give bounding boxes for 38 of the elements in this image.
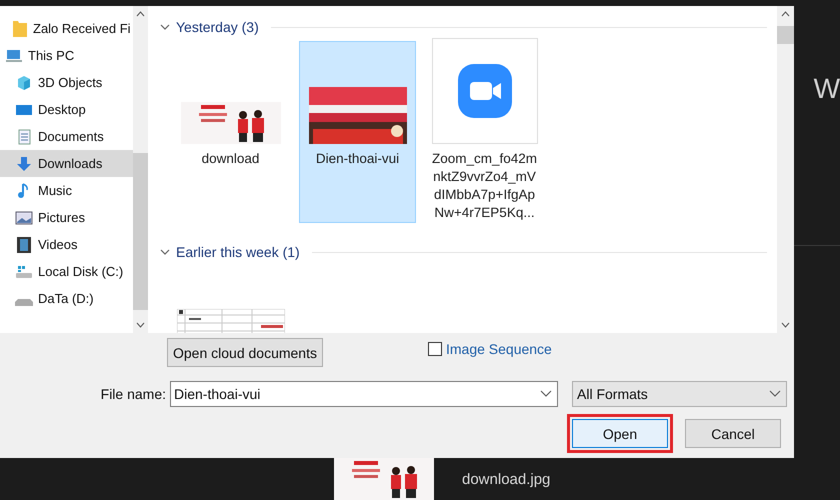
nav-item[interactable]: Music bbox=[0, 177, 133, 204]
dialog-button[interactable]: Open bbox=[572, 419, 668, 448]
group-header[interactable]: Earlier this week (1) bbox=[176, 244, 300, 260]
cube-icon bbox=[15, 74, 33, 92]
nav-item[interactable]: Documents bbox=[0, 123, 133, 150]
film-icon bbox=[15, 236, 33, 254]
download-arrow-icon bbox=[15, 154, 33, 172]
file-item[interactable]: Dien-thoai-vui bbox=[299, 41, 416, 223]
nav-item[interactable]: Pictures bbox=[0, 204, 133, 231]
nav-item[interactable]: DaTa (D:) bbox=[0, 285, 133, 312]
nav-item[interactable]: Local Disk (C:) bbox=[0, 258, 133, 285]
file-name-field[interactable]: Dien-thoai-vui bbox=[170, 381, 558, 407]
dialog-button[interactable]: Cancel bbox=[685, 419, 781, 448]
nav-item[interactable]: Zalo Received Fi bbox=[0, 15, 133, 42]
checkbox-label[interactable]: Image Sequence bbox=[446, 341, 552, 357]
cloud-documents-button[interactable]: Open cloud documents bbox=[167, 338, 323, 367]
file-item[interactable]: Zoom_cm_fo42mnktZ9vvrZo4_mVdIMbbA7p+IfgApNw+4r7EP5Kq... bbox=[426, 41, 543, 223]
scrollbar-thumb[interactable] bbox=[133, 153, 148, 310]
chevron-icon[interactable] bbox=[160, 22, 170, 32]
format-dropdown[interactable]: All Formats bbox=[572, 381, 787, 407]
nav-item[interactable]: Desktop bbox=[0, 96, 133, 123]
nav-scrollbar[interactable] bbox=[133, 6, 148, 333]
video-camera-icon bbox=[458, 64, 512, 118]
checkbox[interactable] bbox=[428, 342, 442, 356]
nav-item[interactable]: This PC bbox=[0, 42, 133, 69]
content-scrollbar[interactable] bbox=[776, 6, 794, 333]
scrollbar-thumb[interactable] bbox=[776, 26, 794, 44]
chevron-icon[interactable] bbox=[160, 247, 170, 257]
nav-item[interactable]: Downloads bbox=[0, 150, 133, 177]
field-label: File name: bbox=[100, 386, 167, 402]
nav-item[interactable]: Videos bbox=[0, 231, 133, 258]
folder-icon bbox=[13, 20, 27, 36]
file-name: download.jpg bbox=[462, 470, 550, 488]
nav-item[interactable]: 3D Objects bbox=[0, 69, 133, 96]
background-text: W bbox=[814, 73, 840, 105]
file-item[interactable]: download bbox=[172, 41, 289, 223]
group-header[interactable]: Yesterday (3) bbox=[176, 19, 259, 35]
picture-icon bbox=[15, 208, 33, 226]
